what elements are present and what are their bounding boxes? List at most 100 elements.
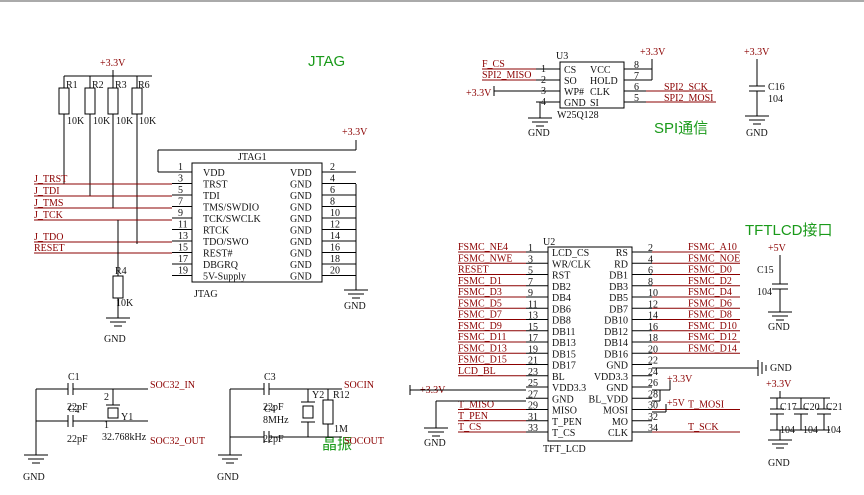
jtag-pin-number: 9 <box>178 208 183 219</box>
resistor-r6: R6 10K <box>131 76 157 127</box>
gnd-symbol-y1: GND <box>23 454 48 483</box>
jtag-pin-name: GND <box>290 203 312 214</box>
c16-power-label: +3.3V <box>744 47 770 58</box>
tft-net-label: FSMC_D3 <box>458 287 502 298</box>
jtag-pin-name: TDI <box>203 191 220 202</box>
r2-ref: R2 <box>92 80 104 91</box>
gnd-label: GND <box>344 301 366 312</box>
tft-net-label: FSMC_NE4 <box>458 242 508 253</box>
jtag-pin-number: 17 <box>178 254 188 265</box>
jtag-pin-name: VDD <box>203 168 225 179</box>
tft-net-label: FSMC_NWE <box>458 253 512 264</box>
tft-net-label: FSMC_D14 <box>688 343 737 354</box>
tft-pin-number: 33 <box>528 423 538 434</box>
jtag-pin-number: 12 <box>330 220 340 231</box>
tft-pin-name: DB15 <box>552 349 576 360</box>
gnd-label: GND <box>768 322 790 333</box>
net-j-tdi: J_TDI <box>34 186 60 197</box>
gnd-label: GND <box>217 472 239 483</box>
jtag-pin-number: 19 <box>178 266 188 277</box>
jtag-pin-name: GND <box>290 226 312 237</box>
tft-net-label: FSMC_NOE <box>688 253 740 264</box>
tft-net-label: T_PEN <box>458 411 488 422</box>
tft-pin-number: 25 <box>528 378 538 389</box>
tft-pin-name: RS <box>616 248 628 259</box>
tft-pin-number: 23 <box>528 367 538 378</box>
tft-vdd33-power-label: +3.3V <box>667 374 693 385</box>
jtag-pin-name: GND <box>290 214 312 225</box>
tft-pin-name: VDD3.3 <box>594 372 628 383</box>
tft-pin-number: 19 <box>528 344 538 355</box>
schematic-canvas: JTAG SPI通信 TFTLCD接口 晶振 +3.3V R1 10K R2 1… <box>0 0 864 483</box>
gnd-label: GND <box>104 334 126 345</box>
resistor-r3: R3 10K <box>107 76 134 127</box>
c16-value: 104 <box>768 94 783 105</box>
c4-value: 22pF <box>263 434 284 445</box>
gnd-label: GND <box>424 438 446 449</box>
net-socout: SOCOUT <box>344 436 384 447</box>
tft-pin-number: 1 <box>528 243 533 254</box>
tft-pin-number: 7 <box>528 277 533 288</box>
tft-pin-name: MO <box>612 417 628 428</box>
tft-pin-number: 26 <box>648 378 658 389</box>
jtag-pullup-power-label: +3.3V <box>100 58 126 69</box>
tft-pin-name: GND <box>552 394 574 405</box>
spi-pin-number: 8 <box>634 60 639 71</box>
tft-pin-name: DB16 <box>604 349 628 360</box>
tft-chip-ref: U2 <box>543 237 555 248</box>
c3-value: 22pF <box>263 402 284 413</box>
jtag-pin-name: RTCK <box>203 226 230 237</box>
tft-net-label: FSMC_D1 <box>458 276 502 287</box>
tft-net-label: FSMC_D10 <box>688 321 737 332</box>
tft-net-label: T_CS <box>458 422 481 433</box>
jtag-pin-number: 14 <box>330 231 340 242</box>
spi-wp-power-label: +3.3V <box>466 88 492 99</box>
c15-ref: C15 <box>757 265 774 276</box>
gnd-symbol-c16: GND <box>745 115 769 139</box>
tft-pin-name: T_CS <box>552 428 575 439</box>
jtag-pin-number: 10 <box>330 208 340 219</box>
net-soc32-in: SOC32_IN <box>150 380 195 391</box>
c17-ref: C17 <box>780 402 797 413</box>
tft-pin-name: DB11 <box>552 327 576 338</box>
jtag-pin-name: GND <box>290 180 312 191</box>
r2-value: 10K <box>93 116 111 127</box>
jtag-pin-name: TDO/SWO <box>203 237 249 248</box>
tft-pin-name: T_PEN <box>552 417 582 428</box>
spi-pin-name: GND <box>564 98 586 109</box>
tft-pin-number: 21 <box>528 356 538 367</box>
jtag-pin-name: GND <box>290 249 312 260</box>
y2-frequency: 8MHz <box>263 415 289 426</box>
jtag-pin-name: GND <box>290 237 312 248</box>
spi-pin-number: 2 <box>541 75 546 86</box>
tft-block: U2 TFT_LCD 1 LCD_CS 2RSFSMC_NE4 FSMC_A103 WR… <box>409 237 843 469</box>
net-spi2-sck: SPI2_SCK <box>664 82 709 93</box>
tft-net-label: FSMC_D4 <box>688 287 732 298</box>
tft-pin-name: DB17 <box>552 361 576 372</box>
tft-gnd-label-right: GND <box>770 363 792 374</box>
tft-pin-name: DB5 <box>609 293 628 304</box>
jtag-pin-name: DBGRQ <box>203 260 239 271</box>
spi-pin-number: 3 <box>541 86 546 97</box>
gnd-label: GND <box>768 458 790 469</box>
jtag-pin-number: 7 <box>178 197 183 208</box>
crystal-high-block: C3 C4 22pF 22pF 8MHz GND Y2 R12 1M SOCIN… <box>217 372 384 483</box>
c1-value: 22pF <box>67 402 88 413</box>
r4-value: 10K <box>116 298 134 309</box>
c20-value: 104 <box>803 425 818 436</box>
tft-pin-number: 9 <box>528 288 533 299</box>
r3-ref: R3 <box>115 80 127 91</box>
y1-pin-2: 2 <box>104 392 109 403</box>
tft-net-label: FSMC_A10 <box>688 242 737 253</box>
jtag-pin-name: GND <box>290 260 312 271</box>
gnd-symbol-c15: GND <box>768 311 792 333</box>
tft-pin-number: 22 <box>648 356 658 367</box>
jtag-pin-name: 5V-Supply <box>203 272 246 283</box>
tft-net-label: FSMC_D6 <box>688 298 732 309</box>
c20-ref: C20 <box>803 402 820 413</box>
jtag-pin-number: 11 <box>178 220 188 231</box>
jtag-pin-number: 4 <box>330 174 335 185</box>
decoupling-caps: C17 104 C20 104 C21 104 <box>770 398 843 436</box>
r12-value: 1M <box>334 424 348 435</box>
jtag-pin-number: 18 <box>330 254 340 265</box>
